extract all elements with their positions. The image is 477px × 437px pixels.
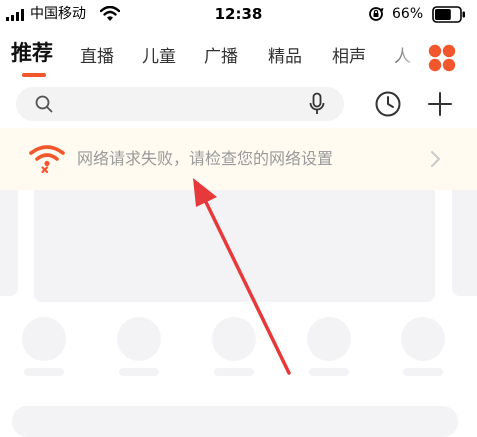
shortcut-placeholder-label	[214, 368, 254, 376]
tab-5[interactable]: 相声	[332, 46, 366, 68]
shortcut-placeholder-icon	[212, 317, 256, 361]
wifi-off-icon	[29, 145, 65, 173]
battery-percentage: 66%	[392, 6, 424, 22]
mic-icon[interactable]	[307, 92, 327, 116]
shortcut-placeholder-icon	[22, 317, 66, 361]
banner-placeholder-right	[452, 190, 477, 296]
tab-3[interactable]: 广播	[204, 46, 238, 68]
tab-overflow-fade	[385, 36, 423, 80]
chevron-right-icon[interactable]	[428, 149, 442, 169]
apps-grid-icon[interactable]	[422, 40, 462, 76]
shortcut-placeholder-icon	[307, 317, 351, 361]
network-error-message: 网络请求失败，请检查您的网络设置	[77, 149, 334, 168]
history-icon[interactable]	[374, 90, 402, 118]
tab-2[interactable]: 儿童	[142, 46, 176, 68]
active-tab-indicator	[22, 73, 46, 77]
shortcut-placeholder-icon	[117, 317, 161, 361]
shortcut-placeholder-label	[309, 368, 349, 376]
search-input[interactable]	[58, 90, 298, 118]
tab-1[interactable]: 直播	[80, 46, 114, 68]
tab-0[interactable]: 推荐	[11, 42, 53, 64]
shortcut-placeholder-label	[403, 368, 443, 376]
shortcut-placeholder-icon	[401, 317, 445, 361]
search-icon	[35, 95, 53, 113]
banner-placeholder	[34, 190, 435, 302]
battery-icon	[432, 6, 465, 23]
shortcut-placeholder-label	[24, 368, 64, 376]
rotation-lock-icon	[369, 7, 384, 21]
content-placeholder-bar	[12, 406, 458, 437]
tab-4[interactable]: 精品	[268, 46, 302, 68]
banner-placeholder-left	[0, 190, 18, 296]
shortcut-placeholder-label	[119, 368, 159, 376]
add-icon[interactable]	[426, 90, 454, 118]
